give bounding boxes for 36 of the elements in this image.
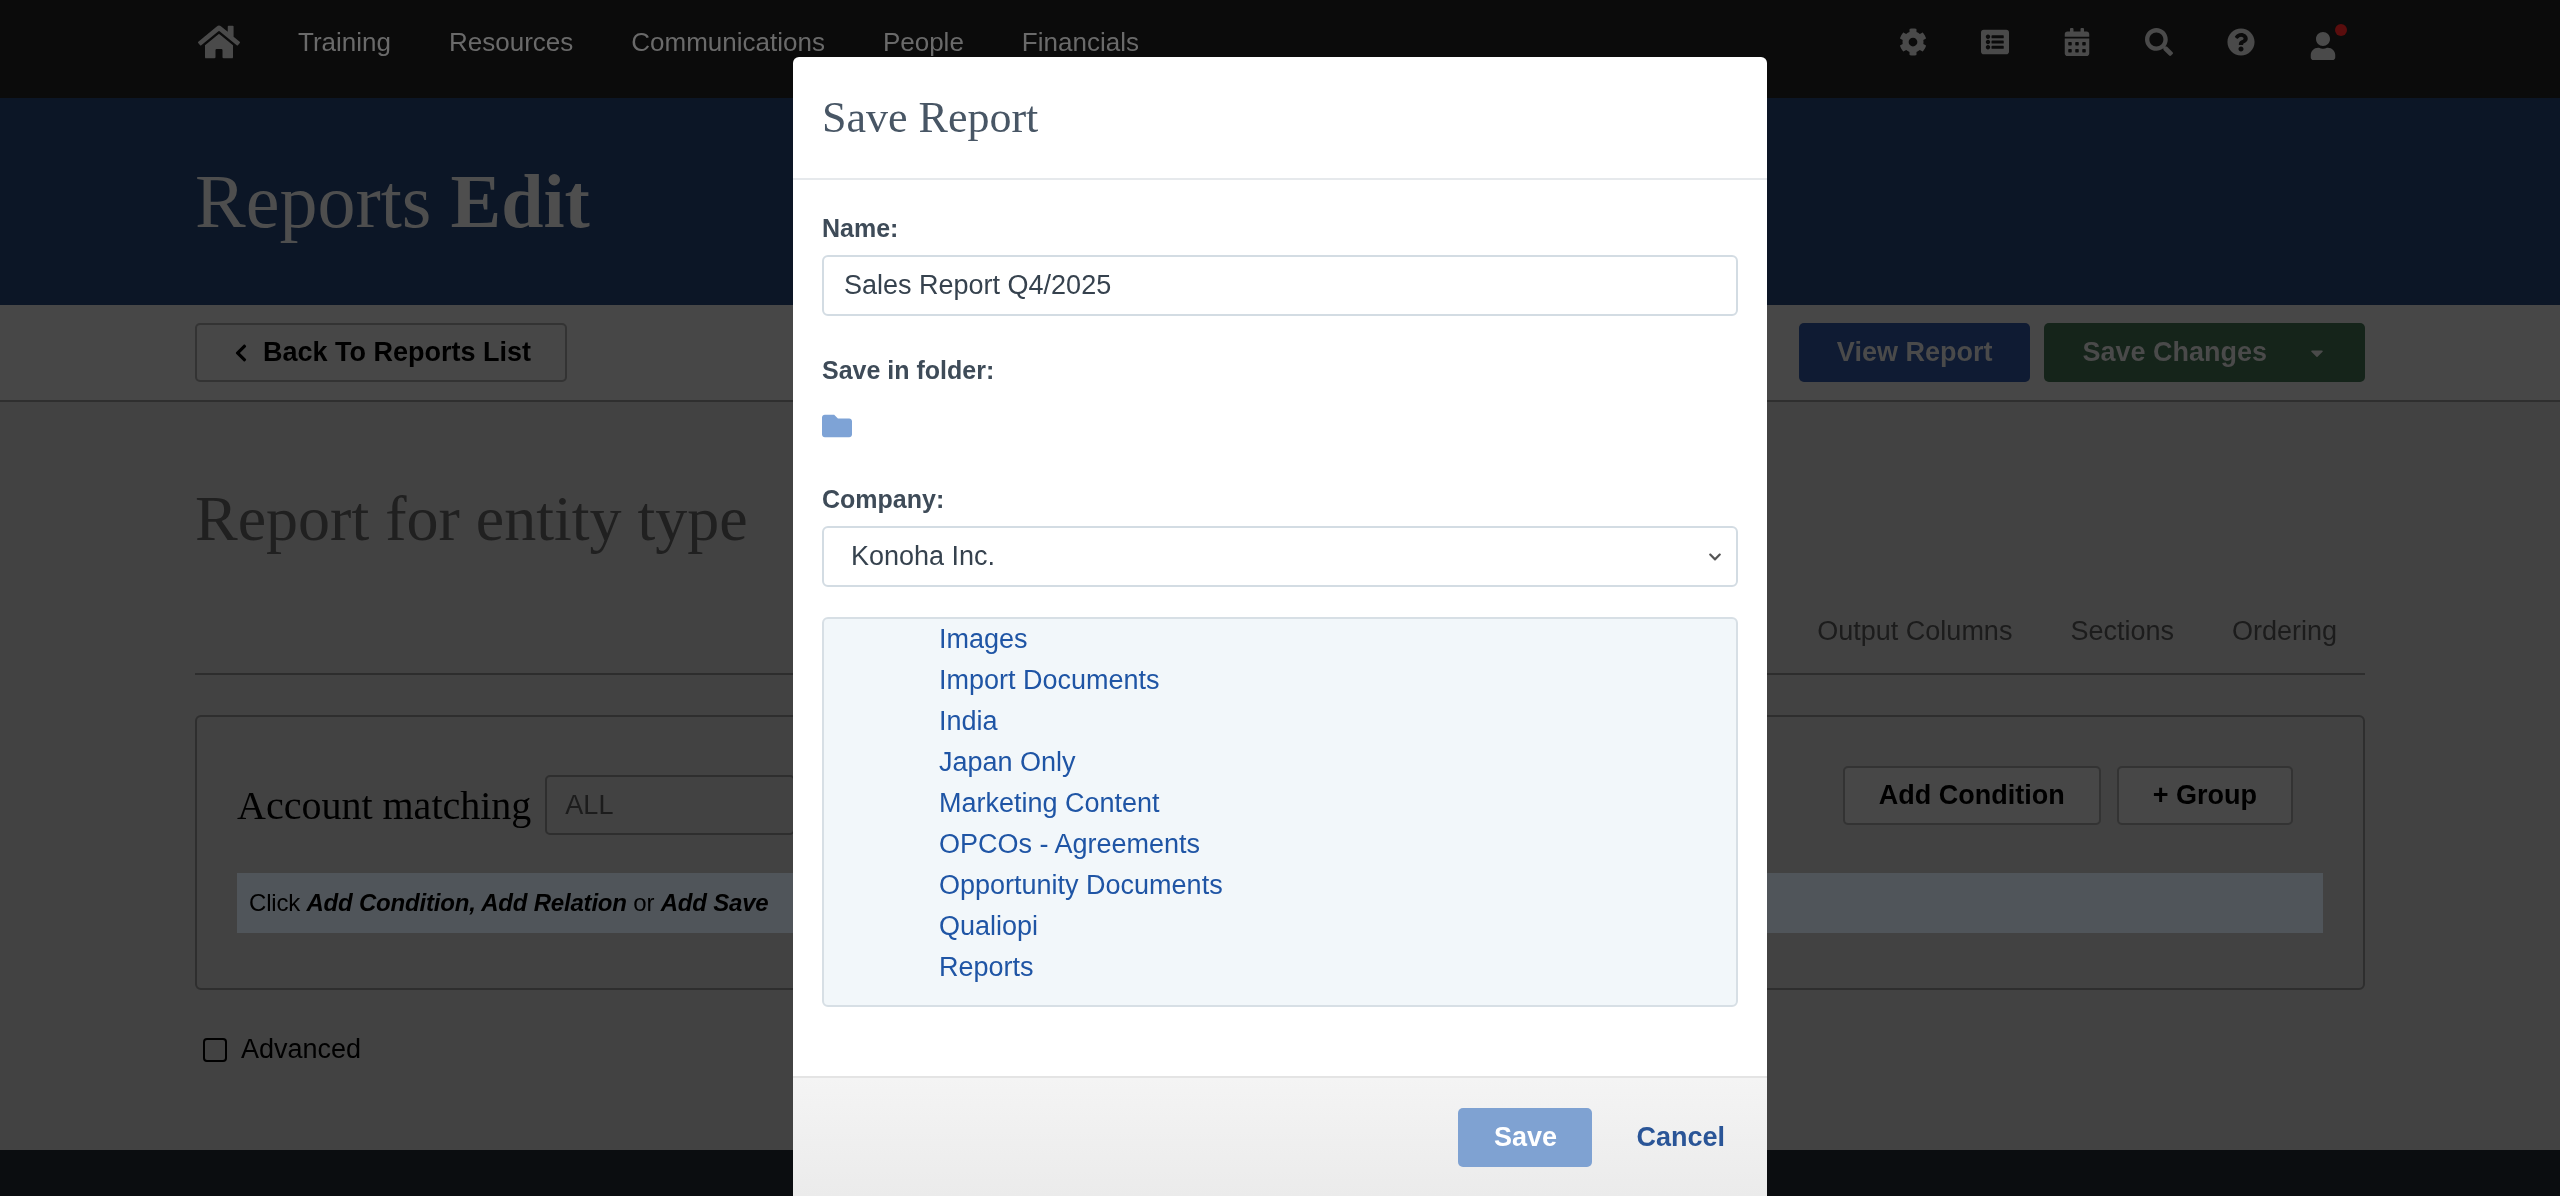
field-label: Save in folder: — [822, 356, 996, 385]
condition-button[interactable]: Add Condition — [1842, 765, 2101, 825]
folder-item[interactable]: Marketing Content — [939, 783, 1160, 824]
search-icon[interactable] — [2145, 28, 2173, 56]
folder-item[interactable]: India — [939, 701, 998, 742]
calendar-icon[interactable] — [2063, 28, 2091, 56]
folder-item[interactable]: Images — [939, 619, 1028, 660]
nav-link[interactable]: Financials — [1021, 27, 1139, 57]
condition-button[interactable]: + Group — [2116, 765, 2293, 825]
field-label: Name: — [822, 214, 900, 243]
dialog-title: Save Report — [822, 92, 1039, 143]
advanced-label: Advanced — [241, 1034, 362, 1065]
folder-item[interactable]: Opportunity Documents — [939, 865, 1223, 906]
folder-item[interactable]: Japan Only — [939, 742, 1076, 783]
view-report-button[interactable]: View Report — [1798, 323, 2031, 382]
match-label: Account matching — [237, 781, 532, 829]
page-heading: Reports Edit — [195, 158, 590, 245]
cancel-link[interactable]: Cancel — [1636, 1121, 1725, 1153]
list-icon[interactable] — [1981, 28, 2009, 56]
folder-item[interactable]: Reports — [939, 947, 1034, 988]
folder-item[interactable]: OPCOs - Agreements — [939, 824, 1201, 865]
user-icon[interactable] — [2309, 24, 2347, 60]
name-input-field[interactable]: Sales Report Q4/2025 — [822, 255, 1738, 316]
company-select[interactable]: Konoha Inc. — [822, 526, 1738, 587]
folder-item[interactable]: Qualiopi — [939, 906, 1039, 947]
help-icon[interactable] — [2227, 28, 2255, 56]
nav-link[interactable]: People — [882, 27, 964, 57]
nav-link[interactable]: Training — [298, 27, 391, 57]
folder-item[interactable]: Import Documents — [939, 660, 1160, 701]
field-label: Company: — [822, 485, 946, 514]
settings-icon[interactable] — [1899, 28, 1927, 56]
hint-text: Click Add Condition, Add Relation or Add Save — [249, 889, 769, 917]
advanced-checkbox[interactable] — [203, 1037, 227, 1062]
nav-link[interactable]: Resources — [448, 27, 574, 57]
back-button[interactable]: Back To Reports List — [195, 323, 568, 382]
nav-link[interactable]: Communications — [631, 27, 825, 57]
